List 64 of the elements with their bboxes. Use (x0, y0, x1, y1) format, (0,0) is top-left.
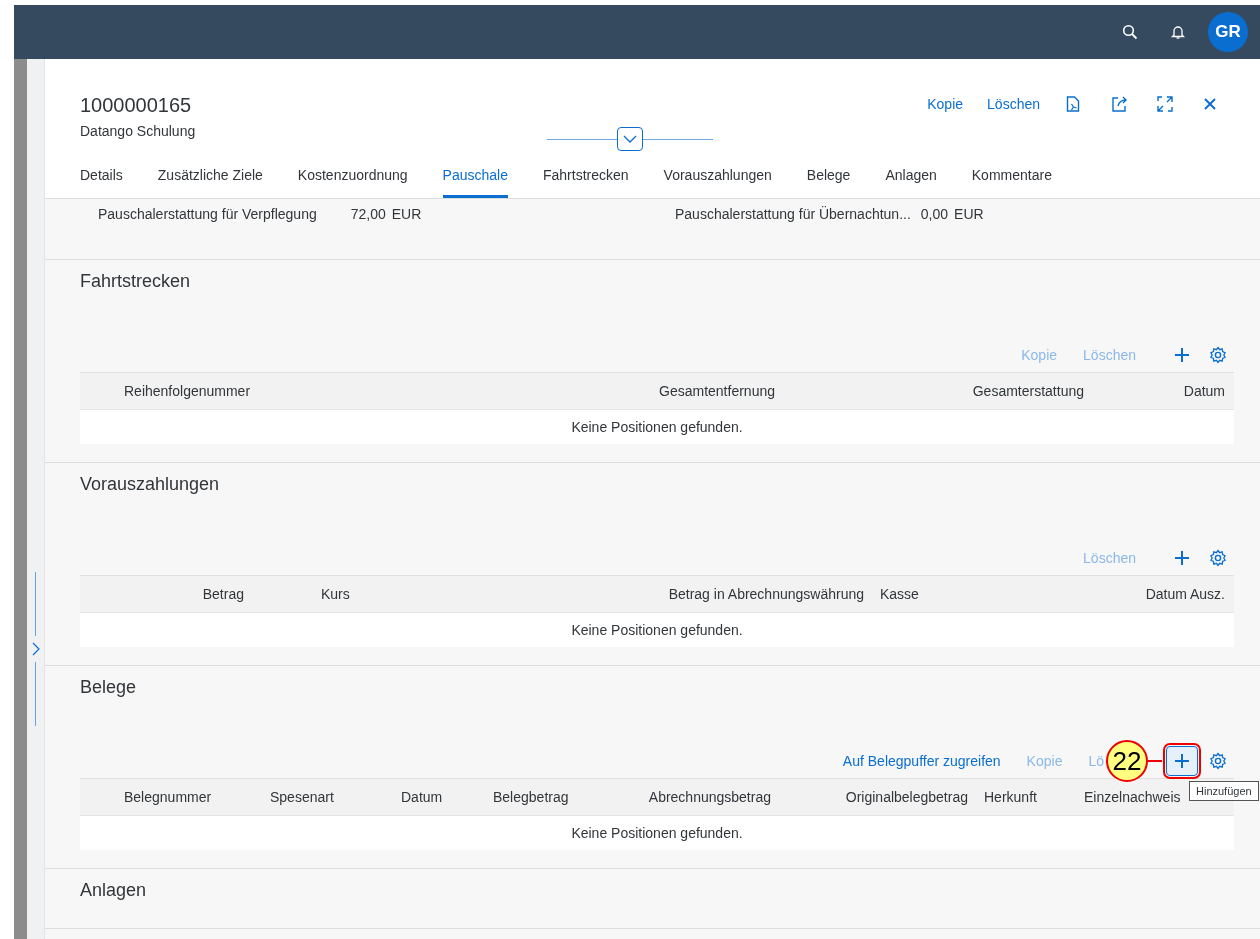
close-icon[interactable] (1202, 96, 1218, 112)
column-header: Belegbetrag (492, 789, 570, 805)
column-header: Gesamtentfernung (658, 383, 776, 399)
field-value: 72,00 (350, 206, 386, 224)
column-header: Betrag (201, 586, 245, 602)
settings-icon (1209, 549, 1227, 567)
share-icon[interactable] (1110, 95, 1128, 113)
chevron-right-icon (31, 642, 40, 656)
pdf-document-icon[interactable] (1064, 95, 1082, 113)
section-title: Anlagen (80, 879, 148, 902)
toolbar-button[interactable]: Auf Belegpuffer zugreifen (842, 753, 1001, 769)
tab[interactable]: Pauschale (442, 160, 508, 198)
user-avatar[interactable]: GR (1208, 12, 1248, 52)
column-header: Datum (400, 789, 444, 805)
tooltip: Hinzufügen (1189, 781, 1259, 801)
tab[interactable]: Details (80, 160, 123, 198)
tab[interactable]: Vorauszahlungen (663, 160, 772, 198)
field-label: Pauschalerstattung für Übernachtun... (675, 206, 911, 224)
currency-text: EUR (954, 206, 984, 224)
tab[interactable]: Belege (806, 160, 851, 198)
tab[interactable]: Kostenzuordnung (297, 160, 408, 198)
column-header: Einzelnachweis (1083, 789, 1182, 805)
section-title: Belege (80, 676, 138, 699)
leader-line (1148, 760, 1162, 762)
column-header: Belegnummer (123, 789, 213, 805)
section-title: Fahrtstrecken (80, 270, 192, 293)
chevron-down-icon (623, 135, 637, 143)
header-action-button[interactable]: Löschen (987, 96, 1040, 112)
section-title: Vorauszahlungen (80, 473, 221, 496)
column-header: Spesenart (269, 789, 335, 805)
column-header: Kasse (879, 586, 920, 602)
empty-message: Keine Positionen gefunden. (571, 825, 743, 841)
column-header: Gesamterstattung (971, 383, 1085, 399)
column-header: Originalbelegbetrag (844, 789, 969, 805)
search-icon[interactable] (1122, 24, 1138, 40)
column-header: Betrag in Abrechnungswährung (667, 586, 865, 602)
object-title: 1000000165 (80, 93, 193, 117)
side-panel-handle[interactable] (27, 59, 45, 939)
tab[interactable]: Zusätzliche Ziele (157, 160, 263, 198)
collapse-header-button[interactable] (617, 127, 643, 151)
field-label: Pauschalerstattung für Verpflegung (98, 206, 317, 224)
field-value: 0,00 (920, 206, 949, 224)
header-action-button[interactable]: Kopie (927, 96, 964, 112)
column-header: Datum Ausz. (1144, 586, 1226, 602)
column-header: Kurs (320, 586, 351, 602)
currency-text: EUR (391, 206, 422, 224)
tab[interactable]: Anlagen (885, 160, 937, 198)
settings-icon (1209, 346, 1227, 364)
column-header: Reihenfolgenummer (123, 383, 252, 399)
settings-icon (1209, 752, 1227, 770)
column-header: Datum (1182, 383, 1226, 399)
tab[interactable]: Kommentare (971, 160, 1052, 198)
empty-message: Keine Positionen gefunden. (571, 419, 743, 435)
object-subtitle: Datango Schulung (80, 123, 196, 139)
step-number-callout: 22 (1106, 740, 1148, 782)
column-header: Abrechnungsbetrag (647, 789, 772, 805)
plus-icon (1174, 550, 1190, 566)
plus-icon (1174, 753, 1190, 769)
fullscreen-icon[interactable] (1156, 95, 1174, 113)
empty-message: Keine Positionen gefunden. (571, 622, 743, 638)
bell-icon[interactable] (1170, 24, 1186, 40)
column-header: Herkunft (983, 789, 1038, 805)
tab[interactable]: Fahrtstrecken (543, 160, 629, 198)
plus-icon (1174, 347, 1190, 363)
